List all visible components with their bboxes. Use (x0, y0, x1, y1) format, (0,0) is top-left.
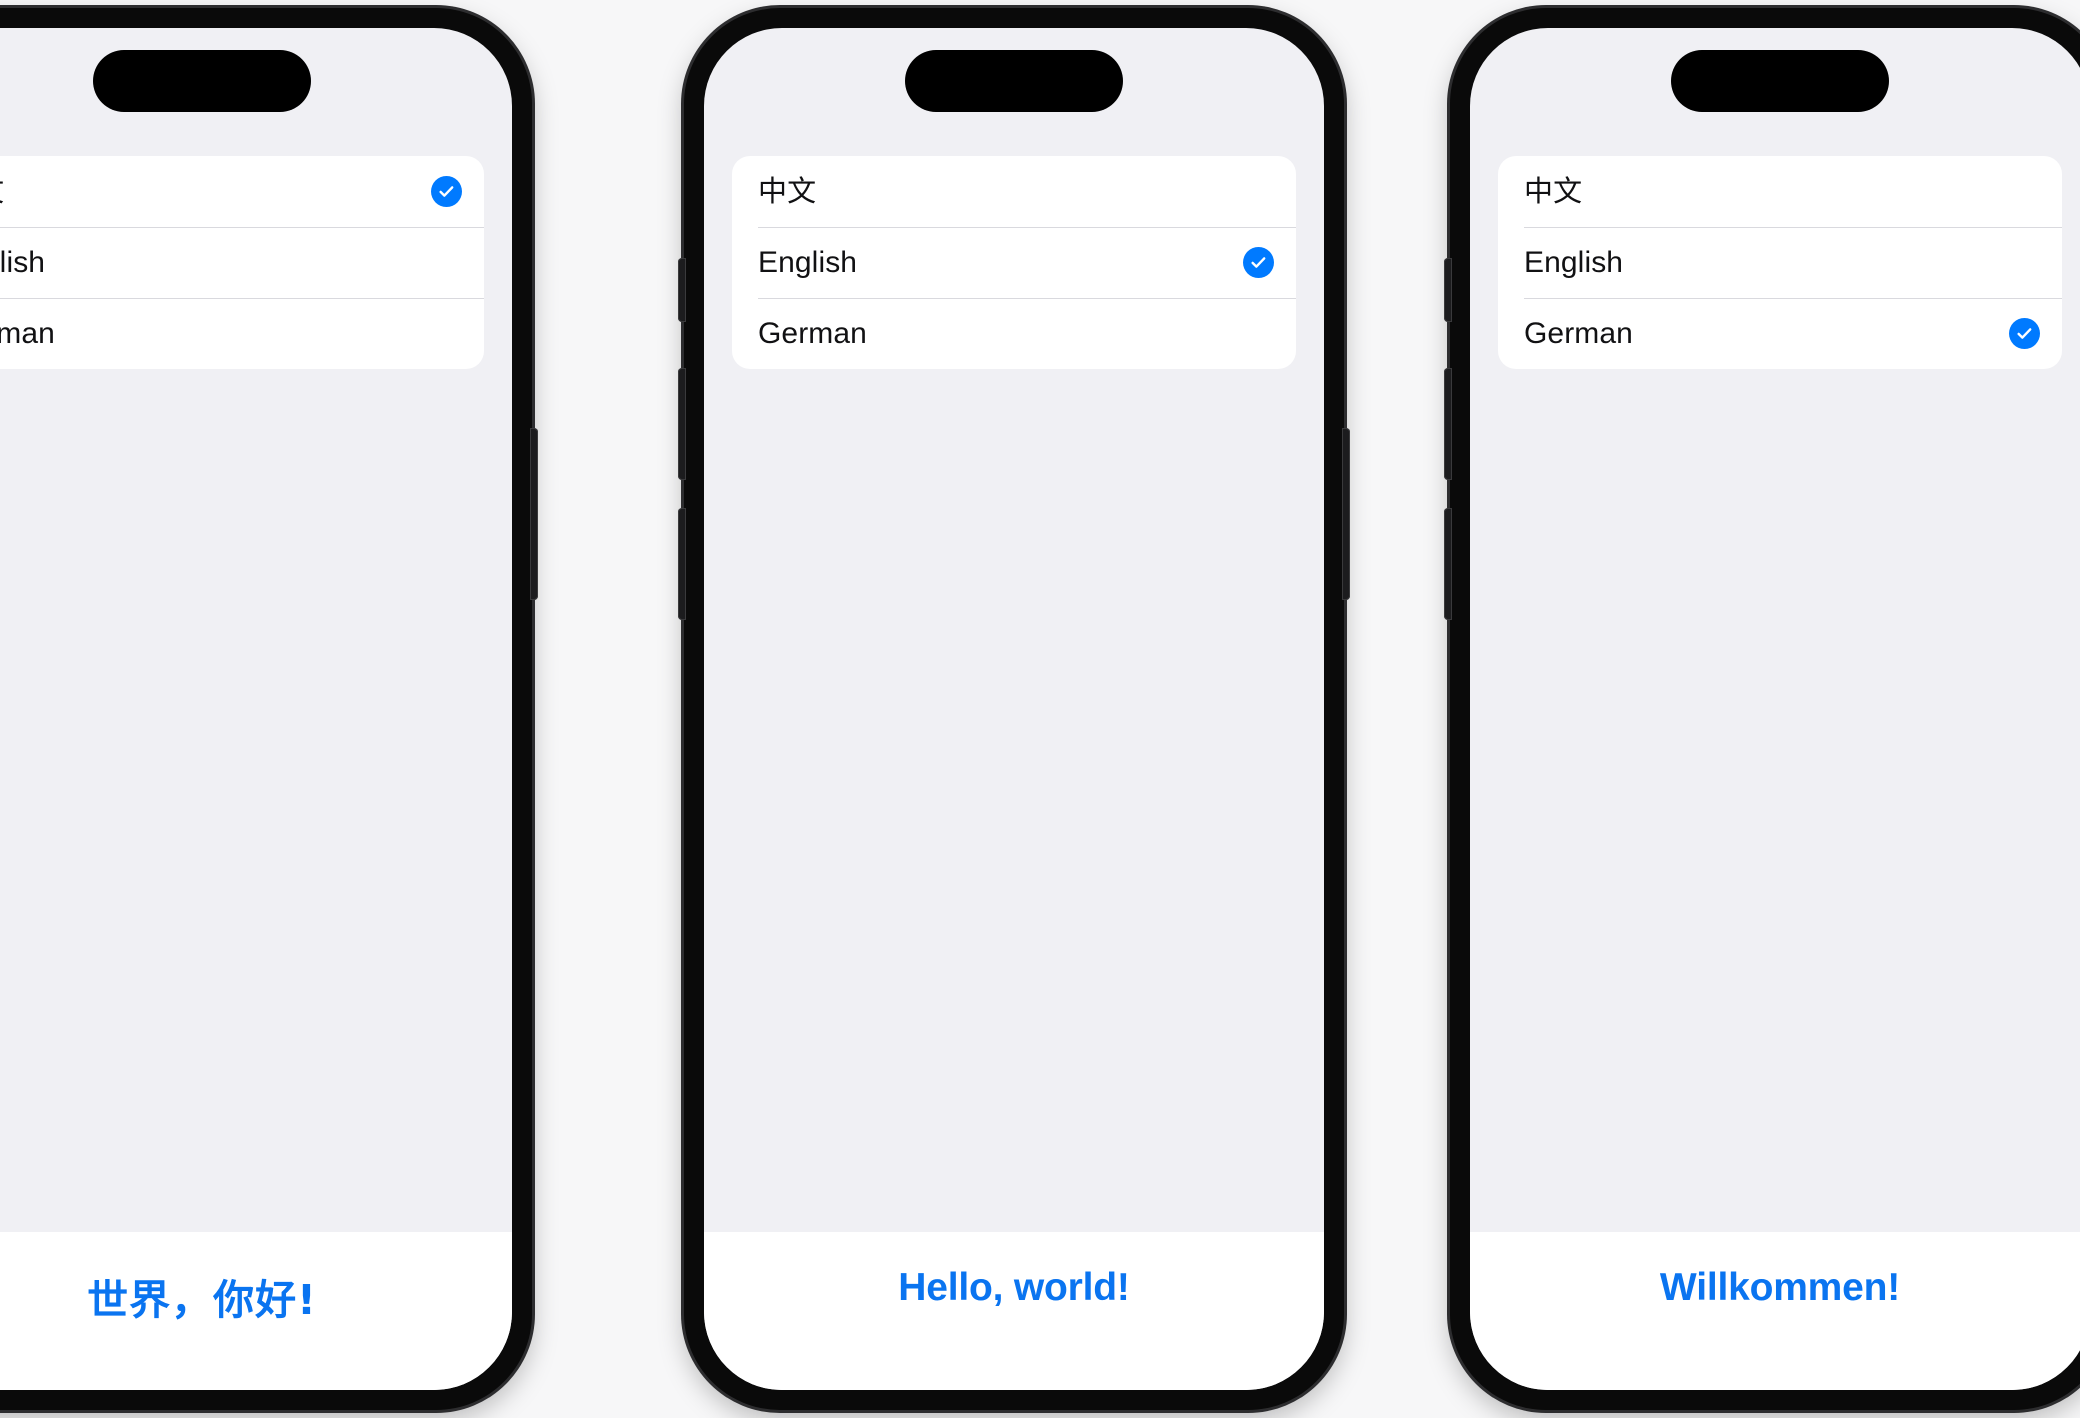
language-row-label: 中文 (758, 174, 817, 208)
phone-mockup-english: 中文 English German Hello, world! (678, 8, 1350, 1410)
greeting-text: 世界，你好! (87, 1276, 317, 1324)
language-row-english[interactable]: English (732, 227, 1296, 298)
language-row-label: English (758, 245, 858, 279)
power-button[interactable] (530, 428, 538, 600)
dynamic-island (93, 50, 311, 112)
language-row-chinese[interactable]: 中文 (732, 156, 1296, 227)
language-row-label: German (0, 316, 55, 350)
volume-down-button[interactable] (1444, 508, 1452, 620)
dynamic-island (1671, 50, 1889, 112)
greeting-bar: Willkommen! (1470, 1232, 2080, 1390)
screen-content: 中文 English (0, 28, 512, 1232)
screen-content: 中文 English (1470, 28, 2080, 1232)
volume-up-button[interactable] (678, 368, 686, 480)
language-row-german[interactable]: German (1498, 298, 2062, 369)
language-row-label: English (0, 245, 46, 279)
greeting-text: Willkommen! (1659, 1266, 1901, 1309)
language-list-card: 中文 English (0, 156, 484, 369)
language-list-card: 中文 English (732, 156, 1296, 369)
language-row-label: 中文 (1524, 174, 1583, 208)
language-row-english[interactable]: English (0, 227, 484, 298)
power-button[interactable] (1342, 428, 1350, 600)
language-row-german[interactable]: German (0, 298, 484, 369)
phone-screen: 中文 English (1470, 28, 2080, 1390)
greeting-bar: Hello, world! (704, 1232, 1324, 1390)
language-row-german[interactable]: German (732, 298, 1296, 369)
greeting-text: Hello, world! (898, 1266, 1130, 1309)
screen-content: 中文 English (704, 28, 1324, 1232)
volume-down-button[interactable] (678, 508, 686, 620)
language-row-label: German (1524, 316, 1633, 350)
silence-switch-button[interactable] (1444, 258, 1452, 322)
greeting-bar: 世界，你好! (0, 1232, 512, 1390)
checkmark-circle-icon (2009, 318, 2040, 349)
language-row-english[interactable]: English (1498, 227, 2062, 298)
volume-up-button[interactable] (1444, 368, 1452, 480)
language-row-chinese[interactable]: 中文 (0, 156, 484, 227)
phone-screen: 中文 English (704, 28, 1324, 1390)
checkmark-circle-icon (1243, 247, 1274, 278)
language-row-label: German (758, 316, 867, 350)
phone-screen: 中文 English (0, 28, 512, 1390)
phone-mockup-chinese: 中文 English (0, 8, 538, 1410)
language-row-label: 中文 (0, 177, 4, 206)
language-row-label: English (1524, 245, 1624, 279)
checkmark-circle-icon (431, 176, 462, 207)
screenshot-stage: 中文 English (0, 0, 2080, 1418)
phone-mockup-german: 中文 English German Willkommen! (1444, 8, 2080, 1410)
dynamic-island (905, 50, 1123, 112)
language-row-chinese[interactable]: 中文 (1498, 156, 2062, 227)
language-list-card: 中文 English (1498, 156, 2062, 369)
silence-switch-button[interactable] (678, 258, 686, 322)
